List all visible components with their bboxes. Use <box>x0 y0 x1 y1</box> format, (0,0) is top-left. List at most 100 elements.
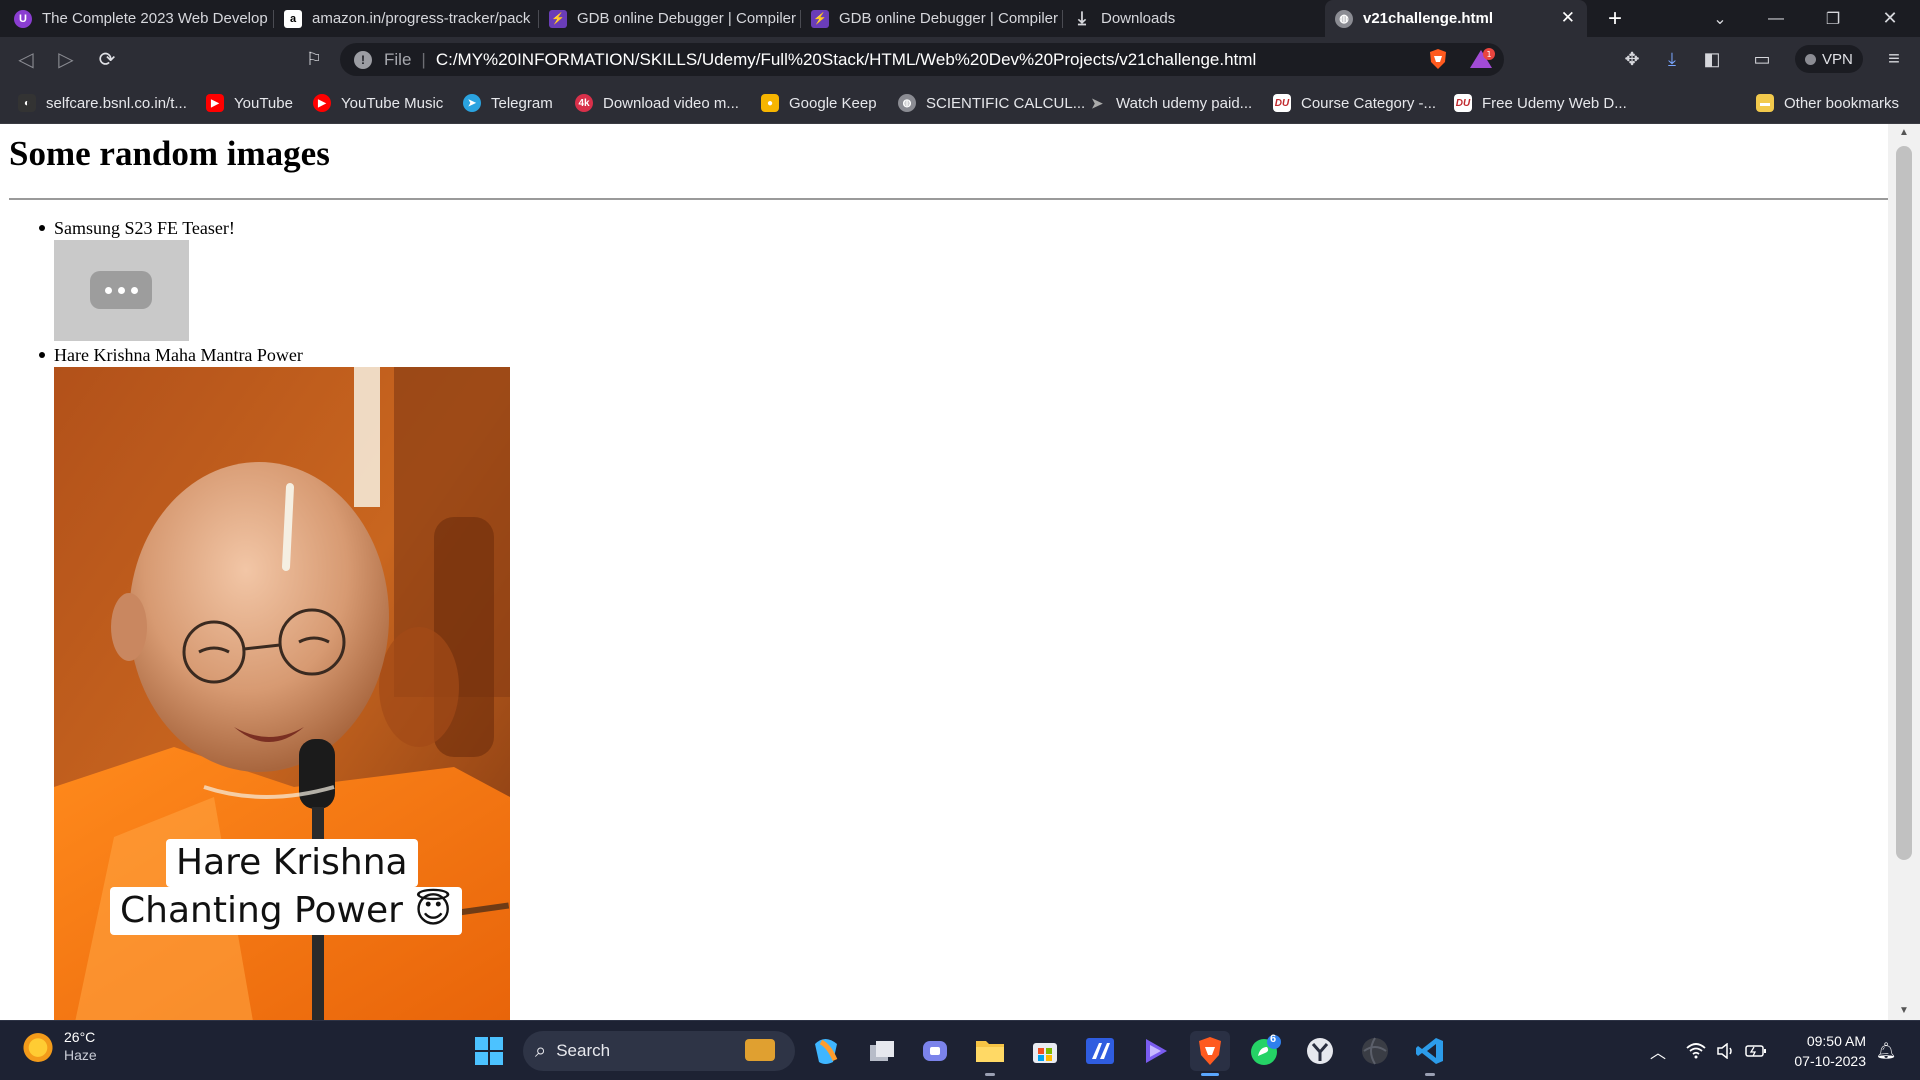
downloads-icon[interactable]: ⤓ <box>1654 37 1690 82</box>
clock-date: 07-10-2023 <box>1794 1053 1866 1069</box>
tab-v21challenge[interactable]: ◍ v21challenge.html ✕ <box>1325 0 1587 37</box>
teams-chat-icon[interactable] <box>916 1031 956 1071</box>
whatsapp-icon[interactable]: 6 <box>1245 1031 1285 1071</box>
menu-icon[interactable]: ≡ <box>1876 37 1912 82</box>
show-hidden-icons[interactable]: ︿ <box>1646 1021 1670 1080</box>
youtube-music-icon: ▶ <box>313 94 331 112</box>
more-options-icon <box>90 271 152 309</box>
scroll-thumb[interactable] <box>1896 146 1912 860</box>
vertical-scrollbar[interactable]: ▲ ▼ <box>1888 124 1920 1020</box>
volume-icon[interactable] <box>1714 1021 1738 1080</box>
weather-widget[interactable]: 26°C Haze <box>22 1029 97 1063</box>
notification-bell-icon[interactable]: 🔔︎ <box>1874 1021 1898 1080</box>
page-heading: Some random images <box>9 134 330 173</box>
tab-udemy-course[interactable]: U The Complete 2023 Web Develop <box>4 0 274 37</box>
du-icon: DU <box>1454 94 1472 112</box>
sidebar-icon[interactable]: ◧ <box>1694 37 1730 82</box>
system-clock[interactable]: 09:50 AM 07-10-2023 <box>1786 1031 1866 1071</box>
bookmark-scientific-calculator[interactable]: ◍ SCIENTIFIC CALCUL... <box>898 82 1085 124</box>
other-bookmarks[interactable]: ▬ Other bookmarks <box>1756 82 1899 124</box>
bookmark-watch-udemy[interactable]: ➤ Watch udemy paid... <box>1088 82 1252 124</box>
bookmark-youtube-music[interactable]: ▶ YouTube Music <box>313 82 443 124</box>
tab-title: GDB online Debugger | Compiler <box>577 10 797 27</box>
udemy-icon: U <box>14 9 32 28</box>
download-icon: ⤓ <box>1078 8 1086 28</box>
task-view-icon[interactable] <box>862 1031 902 1071</box>
tab-title: The Complete 2023 Web Develop <box>42 10 268 27</box>
media-player-icon[interactable] <box>1135 1031 1175 1071</box>
tab-amazon[interactable]: a amazon.in/progress-tracker/pack <box>274 0 539 37</box>
tab-title: v21challenge.html <box>1363 10 1494 27</box>
url-text[interactable]: C:/MY%20INFORMATION/SKILLS/Udemy/Full%20… <box>436 50 1256 70</box>
4k-icon: 4k <box>575 94 593 112</box>
vscode-icon[interactable] <box>1410 1031 1450 1076</box>
info-icon[interactable]: ! <box>354 50 372 69</box>
bookmark-4k-download[interactable]: 4k Download video m... <box>575 82 739 124</box>
battery-icon[interactable] <box>1744 1021 1768 1080</box>
gdb-icon: ⚡ <box>811 9 829 28</box>
clock-app-icon[interactable] <box>1300 1031 1340 1071</box>
url-scheme: File <box>384 49 412 69</box>
new-tab-button[interactable]: + <box>1589 0 1641 37</box>
close-window-icon[interactable]: ✕ <box>1864 0 1916 37</box>
copilot-icon[interactable] <box>806 1031 846 1071</box>
dark-globe-icon[interactable] <box>1355 1031 1395 1071</box>
bookmark-google-keep[interactable]: ● Google Keep <box>761 82 877 124</box>
forward-icon[interactable]: ▷ <box>46 37 86 82</box>
tab-search-icon[interactable]: ⌄ <box>1694 0 1746 37</box>
scroll-up-icon[interactable]: ▲ <box>1888 124 1920 142</box>
wallet-icon[interactable]: ▭ <box>1744 37 1780 82</box>
google-keep-icon: ● <box>761 94 779 112</box>
globe-icon: ◍ <box>898 94 916 112</box>
bookmark-course-category[interactable]: DU Course Category -... <box>1273 82 1436 124</box>
search-label: Search <box>556 1041 611 1060</box>
wifi-icon[interactable] <box>1684 1021 1708 1080</box>
minimize-icon[interactable]: — <box>1750 0 1802 37</box>
taskbar-search[interactable]: ⌕ Search <box>523 1031 795 1071</box>
briefcase-icon <box>745 1039 775 1061</box>
tab-gdb-2[interactable]: ⚡ GDB online Debugger | Compiler <box>801 0 1063 37</box>
vpn-button[interactable]: VPN <box>1795 45 1863 73</box>
microsoft-store-icon[interactable] <box>1025 1031 1065 1071</box>
bsnl-icon: ◐ <box>18 94 36 112</box>
list-item-label: Hare Krishna Maha Mantra Power <box>54 345 303 365</box>
bookmark-bsnl[interactable]: ◐ selfcare.bsnl.co.in/t... <box>18 82 187 124</box>
bookmark-telegram[interactable]: ➤ Telegram <box>463 82 553 124</box>
brave-rewards-icon[interactable]: 1 <box>1468 45 1496 73</box>
tab-downloads[interactable]: ⤓ Downloads <box>1063 0 1325 37</box>
globe-icon: ◍ <box>1335 9 1353 28</box>
rewards-badge: 1 <box>1486 50 1491 59</box>
youtube-icon: ▶ <box>206 94 224 112</box>
app-blue-icon[interactable] <box>1080 1031 1120 1071</box>
tab-gdb-1[interactable]: ⚡ GDB online Debugger | Compiler <box>539 0 801 37</box>
clock-time: 09:50 AM <box>1806 1033 1866 1049</box>
list-item-hare-krishna: Hare Krishna Maha Mantra Power <box>39 345 303 366</box>
brave-shields-icon[interactable] <box>1426 45 1450 73</box>
close-tab-icon[interactable]: ✕ <box>1561 8 1575 28</box>
brave-browser-icon[interactable] <box>1190 1031 1230 1076</box>
bookmark-free-udemy[interactable]: DU Free Udemy Web D... <box>1454 82 1627 124</box>
temperature: 26°C <box>64 1029 96 1045</box>
weather-condition: Haze <box>64 1047 97 1063</box>
back-icon[interactable]: ◁ <box>6 37 46 82</box>
bookmark-youtube[interactable]: ▶ YouTube <box>206 82 293 124</box>
vpn-label: VPN <box>1822 50 1853 68</box>
address-bar[interactable]: ! File | C:/MY%20INFORMATION/SKILLS/Udem… <box>340 43 1504 76</box>
reload-icon[interactable]: ⟳ <box>87 37 127 82</box>
image-placeholder[interactable] <box>54 240 189 341</box>
file-explorer-icon[interactable] <box>970 1031 1010 1076</box>
page-viewport: Some random images Samsung S23 FE Teaser… <box>0 124 1888 1020</box>
tab-strip: U The Complete 2023 Web Develop a amazon… <box>0 0 1920 37</box>
horizontal-rule <box>9 198 1888 200</box>
scroll-down-icon[interactable]: ▼ <box>1888 1002 1920 1020</box>
telegram-icon: ➤ <box>463 94 481 112</box>
restore-icon[interactable]: ❐ <box>1807 0 1859 37</box>
whatsapp-badge: 6 <box>1270 1033 1277 1045</box>
bookmark-icon[interactable]: ⚐ <box>294 37 334 82</box>
tab-title: Downloads <box>1101 10 1176 27</box>
extensions-icon[interactable]: ✥ <box>1614 37 1650 82</box>
start-button[interactable] <box>469 1031 509 1071</box>
hare-krishna-image[interactable]: Hare Krishna Chanting Power 😇 <box>54 367 510 1020</box>
vpn-status-icon <box>1805 53 1816 65</box>
tab-title: amazon.in/progress-tracker/pack <box>312 10 531 27</box>
